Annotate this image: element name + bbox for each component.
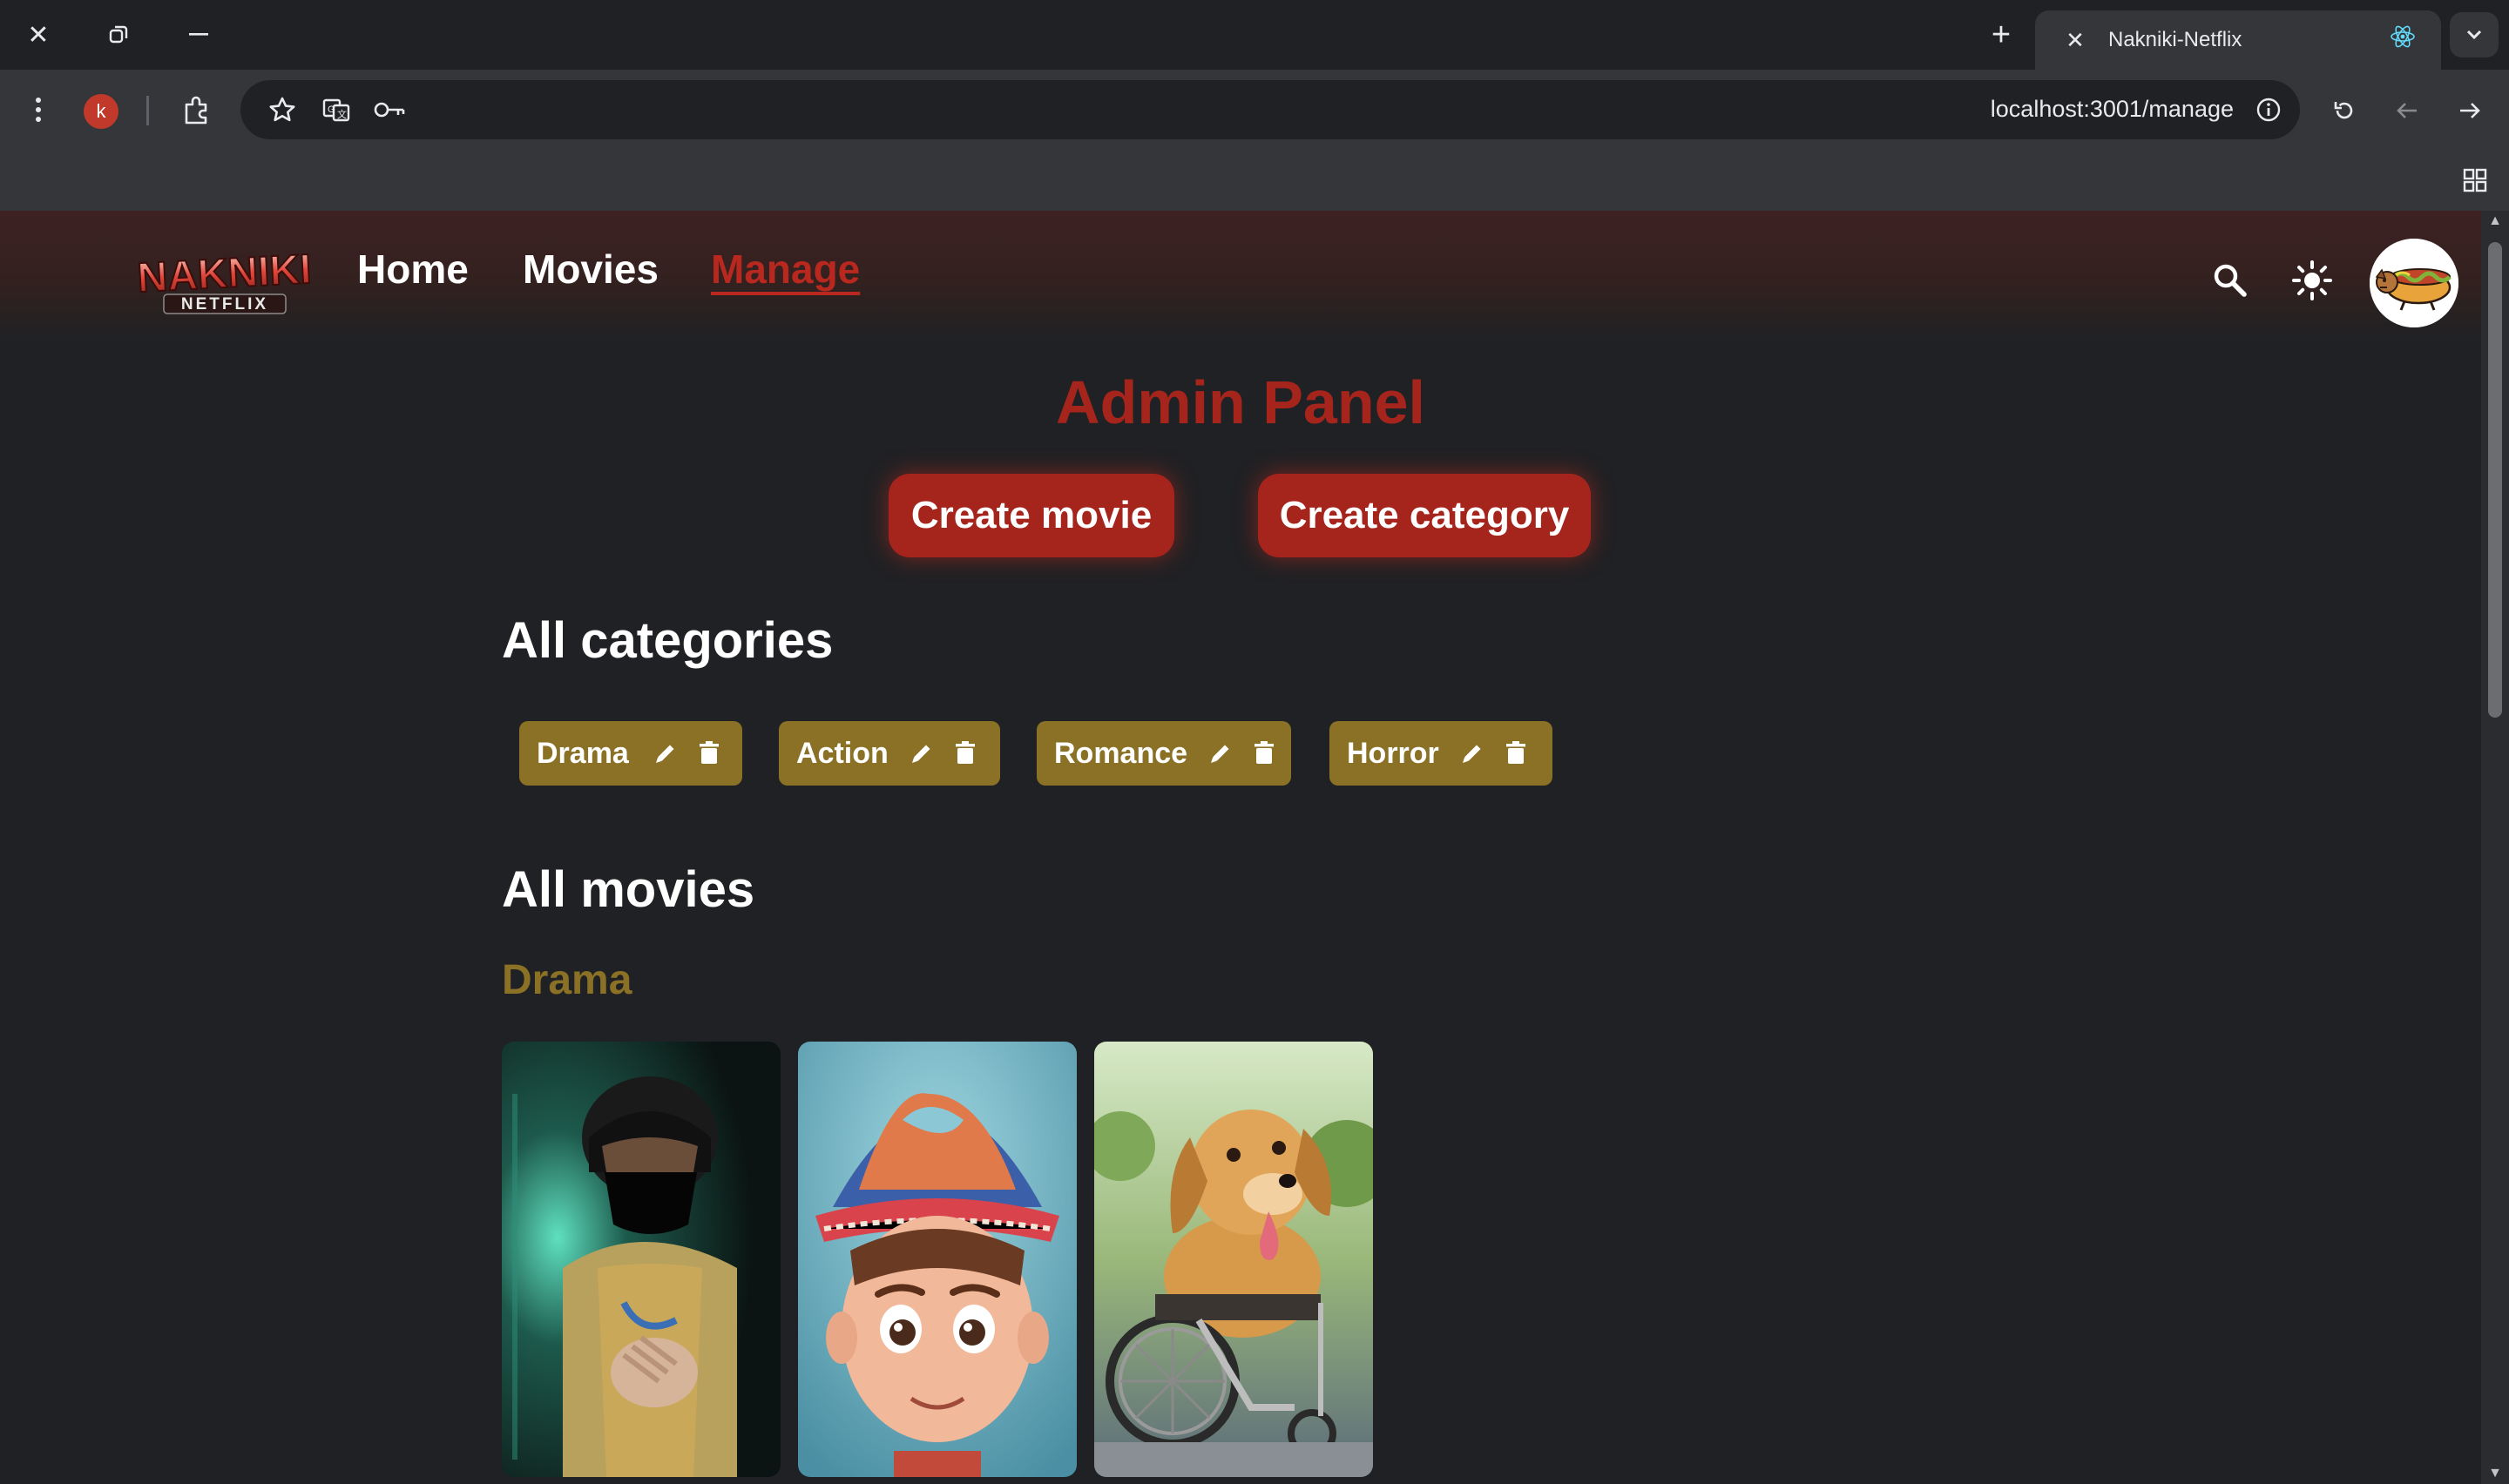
delete-trash-icon[interactable] [693,738,725,769]
movie-card-dog-wheelchair[interactable] [1094,1042,1373,1477]
new-tab-button[interactable]: + [1978,12,2025,57]
window-close-icon[interactable]: ✕ [12,12,64,57]
edit-pencil-icon[interactable] [906,738,937,769]
scroll-down-arrow-icon[interactable]: ▼ [2481,1463,2509,1484]
movie-card-masked-ninja[interactable] [502,1042,781,1477]
reload-icon[interactable] [2324,91,2364,131]
scroll-up-arrow-icon[interactable]: ▲ [2481,211,2509,232]
translate-icon[interactable]: G文 [315,89,357,131]
profile-avatar[interactable]: k [84,94,118,129]
nakniki-netflix-logo[interactable]: NAKNIKI NETFLIX [120,246,329,317]
bookmark-star-icon[interactable] [261,89,303,131]
category-chip-horror[interactable]: Horror [1329,721,1552,786]
back-arrow-icon[interactable] [2387,91,2427,131]
react-favicon-icon [2384,24,2422,57]
delete-trash-icon[interactable] [950,738,981,769]
category-chip-label: Drama [537,736,629,770]
category-chip-drama[interactable]: Drama [519,721,742,786]
browser-tab[interactable]: ✕ Nakniki-Netflix [2035,10,2441,70]
all-movies-heading: All movies [502,861,755,918]
browser-tab-bar: ✕ + ✕ Nakniki-Netflix [0,0,2509,70]
edit-pencil-icon[interactable] [1205,738,1236,769]
window-minimize-icon[interactable] [172,12,225,57]
admin-panel-title: Admin Panel [1056,368,1425,436]
logo-subtext: NETFLIX [181,295,268,314]
password-key-icon[interactable] [369,89,411,131]
page-scrollbar[interactable]: ▲ ▼ [2481,211,2509,1484]
tab-title: Nakniki-Netflix [2108,28,2242,51]
toolbar-divider [146,96,149,125]
nav-link-manage[interactable]: Manage [711,246,860,293]
scrollbar-thumb[interactable] [2488,242,2502,718]
browser-toolbar: k G文 localhost:3001/manage [0,70,2509,150]
address-bar[interactable]: G文 localhost:3001/manage [240,80,2300,139]
category-chip-label: Action [796,736,889,770]
site-navbar: NAKNIKI NETFLIX Home Movies Manage [0,211,2481,340]
category-chip-label: Romance [1054,736,1188,770]
bookmark-bar [0,150,2509,211]
search-icon[interactable] [2206,256,2255,305]
edit-pencil-icon[interactable] [1457,738,1488,769]
url-text[interactable]: localhost:3001/manage [1991,96,2234,123]
movie-category-heading: Drama [502,957,632,1003]
window-restore-icon[interactable] [92,12,145,57]
page-content: NAKNIKI NETFLIX Home Movies Manage Admin… [0,211,2481,1484]
delete-trash-icon[interactable] [1248,738,1280,769]
svg-text:文: 文 [337,108,347,120]
light-mode-sun-icon[interactable] [2288,256,2337,305]
extensions-puzzle-icon[interactable] [174,91,218,131]
nav-link-home[interactable]: Home [357,246,469,293]
user-avatar-hotdog[interactable] [2370,239,2458,327]
nav-link-movies[interactable]: Movies [523,246,659,293]
create-movie-button[interactable]: Create movie [889,474,1174,557]
apps-grid-icon[interactable] [2455,160,2495,200]
site-info-icon[interactable] [2249,91,2288,129]
tab-search-chevron-down-icon[interactable] [2450,12,2499,57]
tab-close-icon[interactable]: ✕ [2058,27,2093,54]
delete-trash-icon[interactable] [1500,738,1532,769]
svg-text:G: G [328,105,335,115]
edit-pencil-icon[interactable] [650,738,681,769]
movie-card-cartoon-boy[interactable] [798,1042,1077,1477]
menu-kebab-icon[interactable] [21,89,56,131]
category-chip-romance[interactable]: Romance [1037,721,1291,786]
category-chip-label: Horror [1347,736,1439,770]
category-chip-action[interactable]: Action [779,721,1000,786]
logo-text: NAKNIKI [136,247,312,301]
all-categories-heading: All categories [502,612,834,669]
create-category-button[interactable]: Create category [1258,474,1591,557]
forward-arrow-icon[interactable] [2450,91,2490,131]
